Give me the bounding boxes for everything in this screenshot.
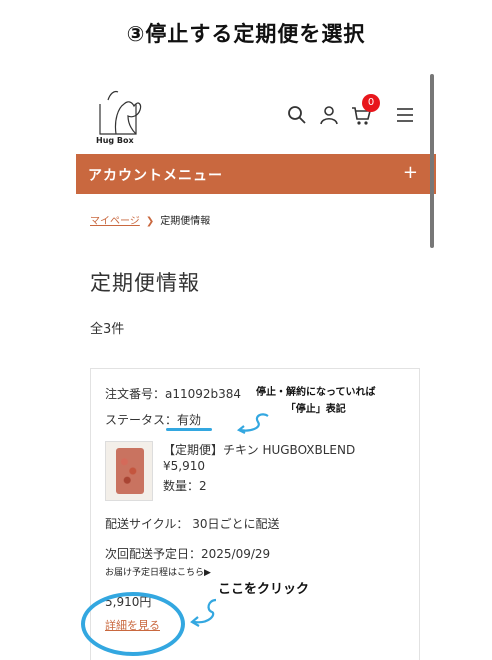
logo-text: Hug Box: [96, 136, 134, 145]
product-quantity: 数量：2: [163, 479, 207, 493]
click-annotation: ここをクリック: [218, 582, 310, 597]
scrollbar[interactable]: [430, 74, 434, 248]
user-icon[interactable]: [318, 104, 340, 126]
status-annotation-line2: 「停止」表記: [285, 404, 346, 415]
status-annotation-line1: 停止・解約になっていれば: [256, 387, 376, 398]
highlight-circle: [81, 592, 185, 656]
next-delivery-date: 次回配送予定日：2025/09/29: [105, 547, 271, 561]
hamburger-menu-icon[interactable]: [394, 104, 416, 126]
chevron-right-icon: ❯: [145, 216, 155, 227]
product-name: 【定期便】チキン HUGBOXBLEND: [163, 443, 356, 457]
mobile-page: Hug Box 0 アカウントメニュー + マイページ ❯ 定期便情報 定期便情報 …: [76, 72, 436, 660]
breadcrumb: マイページ ❯ 定期便情報: [90, 212, 210, 227]
status-underline-mark: [166, 428, 212, 431]
plus-icon: +: [402, 162, 418, 183]
swirl-arrow-icon: [190, 598, 217, 627]
status-annotation: 停止・解約になっていれば 「停止」表記: [256, 384, 376, 418]
step-instruction: ③停止する定期便を選択: [126, 22, 366, 46]
page-title: 定期便情報: [90, 271, 200, 295]
product-price: ¥5,910: [163, 459, 205, 473]
subscription-status: ステータス：有効: [105, 413, 202, 427]
subscription-count: 全3件: [90, 322, 125, 337]
breadcrumb-mypage-link[interactable]: マイページ: [90, 216, 140, 227]
account-menu-label: アカウントメニュー: [88, 168, 223, 184]
order-number: 注文番号：a11092b384: [105, 387, 242, 401]
account-menu-toggle[interactable]: アカウントメニュー +: [76, 154, 436, 194]
cart-count-badge: 0: [362, 94, 380, 112]
delivery-cycle: 配送サイクル： 30日ごとに配送: [105, 517, 280, 531]
product-image: [105, 441, 153, 501]
schedule-link[interactable]: お届け予定日程はこちら▶: [105, 565, 211, 578]
swirl-arrow-icon: [236, 413, 269, 434]
search-icon[interactable]: [286, 104, 308, 126]
breadcrumb-current: 定期便情報: [160, 216, 211, 227]
